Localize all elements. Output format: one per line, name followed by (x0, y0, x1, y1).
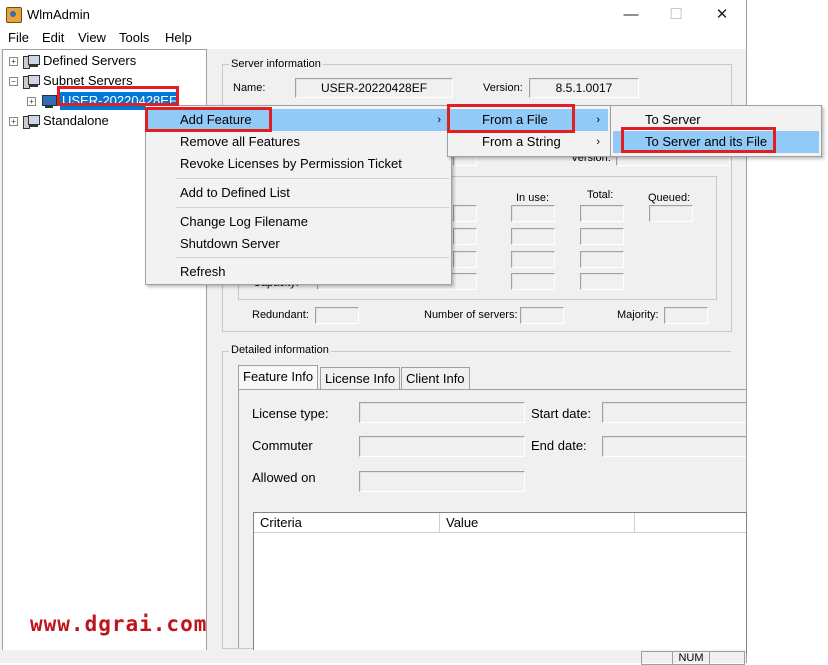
menu-tools[interactable]: Tools (119, 30, 149, 45)
server-group-icon (23, 74, 40, 89)
queued-label: Queued: (648, 192, 691, 204)
menu-edit[interactable]: Edit (42, 30, 64, 45)
maximize-button[interactable]: ☐ (661, 4, 691, 26)
in-use-label: In use: (516, 192, 550, 204)
menu-separator (176, 207, 449, 208)
menu-item-label: Add Feature (180, 112, 252, 127)
detailed-info-title: Detailed information (229, 344, 331, 356)
in-use-box (511, 228, 555, 245)
menu-item-to-server[interactable]: To Server (613, 109, 819, 131)
criteria-table[interactable]: Criteria Value (253, 512, 747, 654)
close-button[interactable]: ✕ (707, 4, 737, 26)
license-type-label: License type: (252, 406, 329, 421)
minimize-button[interactable]: — (616, 4, 646, 26)
tab-license-info[interactable]: License Info (320, 367, 401, 390)
menu-item-refresh[interactable]: Refresh (148, 261, 449, 283)
total-box (580, 205, 624, 222)
commuter-label: Commuter (252, 438, 313, 453)
expand-icon[interactable]: + (9, 117, 18, 126)
submenu-arrow-icon: › (596, 136, 600, 148)
menu-item-revoke-licenses[interactable]: Revoke Licenses by Permission Ticket (148, 153, 449, 175)
expand-icon[interactable]: + (27, 97, 36, 106)
field-box (453, 251, 477, 268)
menu-file[interactable]: File (8, 30, 29, 45)
menu-item-remove-all-features[interactable]: Remove all Features (148, 131, 449, 153)
redundant-box (315, 307, 359, 324)
tree-label: Defined Servers (43, 53, 137, 68)
menu-separator (176, 257, 449, 258)
in-use-box (511, 273, 555, 290)
start-date-box (602, 402, 746, 423)
menu-item-to-server-and-its-file[interactable]: To Server and its File (613, 131, 819, 153)
version-label: Version: (483, 82, 523, 94)
menu-item-label: From a File (482, 112, 548, 127)
tree-item-subnet-servers[interactable]: − Subnet Servers (3, 72, 203, 90)
in-use-box (511, 205, 555, 222)
allowed-on-box (359, 471, 525, 492)
in-use-box (511, 251, 555, 268)
submenu-arrow-icon: › (437, 114, 441, 126)
total-box (580, 273, 624, 290)
column-extra[interactable] (635, 513, 746, 533)
total-label: Total: (587, 189, 614, 201)
queued-box (649, 205, 693, 222)
license-type-box (359, 402, 525, 423)
majority-label: Majority: (617, 309, 659, 321)
menu-view[interactable]: View (78, 30, 106, 45)
tree-label: Subnet Servers (43, 73, 133, 88)
column-criteria[interactable]: Criteria (254, 513, 440, 533)
watermark-text: www.dgrai.com (30, 612, 208, 636)
allowed-on-label: Allowed on (252, 470, 316, 485)
server-group-icon (23, 54, 40, 69)
expand-icon[interactable]: + (9, 57, 18, 66)
server-info-title: Server information (229, 58, 323, 70)
tab-feature-info[interactable]: Feature Info (238, 365, 319, 391)
commuter-box (359, 436, 525, 457)
version-value: 8.5.1.0017 (529, 78, 639, 98)
title-bar: WlmAdmin — ☐ ✕ (0, 0, 746, 29)
name-label: Name: (233, 82, 266, 94)
main-window: WlmAdmin — ☐ ✕ File Edit View Tools Help… (0, 0, 747, 665)
end-date-box (602, 436, 746, 457)
column-value[interactable]: Value (440, 513, 635, 533)
menu-item-shutdown-server[interactable]: Shutdown Server (148, 233, 449, 255)
submenu-add-feature: From a File › From a String › (447, 105, 611, 157)
menu-item-add-feature[interactable]: Add Feature › (148, 109, 449, 131)
menu-item-add-to-defined-list[interactable]: Add to Defined List (148, 182, 449, 204)
computer-icon (41, 94, 57, 108)
menu-item-change-log-filename[interactable]: Change Log Filename (148, 211, 449, 233)
end-date-label: End date: (531, 438, 587, 453)
majority-box (664, 307, 708, 324)
window-title: WlmAdmin (27, 7, 90, 22)
total-box (580, 251, 624, 268)
context-menu: Add Feature › Remove all Features Revoke… (145, 105, 452, 285)
menu-separator (176, 178, 449, 179)
tree-label: Standalone (43, 113, 109, 128)
app-icon (6, 7, 22, 23)
menu-item-from-a-file[interactable]: From a File › (450, 109, 608, 131)
tree-item-defined-servers[interactable]: + Defined Servers (3, 52, 203, 70)
submenu-from-a-file: To Server To Server and its File (610, 105, 822, 157)
tab-client-info[interactable]: Client Info (401, 367, 470, 390)
status-bar (0, 650, 746, 663)
menu-item-label: From a String (482, 134, 561, 149)
num-servers-box (520, 307, 564, 324)
menu-bar: File Edit View Tools Help (0, 29, 746, 49)
menu-help[interactable]: Help (165, 30, 192, 45)
num-servers-label: Number of servers: (424, 309, 518, 321)
field-box (453, 205, 477, 222)
submenu-arrow-icon: › (596, 114, 600, 126)
field-box (453, 228, 477, 245)
menu-item-from-a-string[interactable]: From a String › (450, 131, 608, 153)
name-value: USER-20220428EF (295, 78, 453, 98)
start-date-label: Start date: (531, 406, 591, 421)
redundant-label: Redundant: (252, 309, 309, 321)
collapse-icon[interactable]: − (9, 77, 18, 86)
server-group-icon (23, 114, 40, 129)
total-box (580, 228, 624, 245)
